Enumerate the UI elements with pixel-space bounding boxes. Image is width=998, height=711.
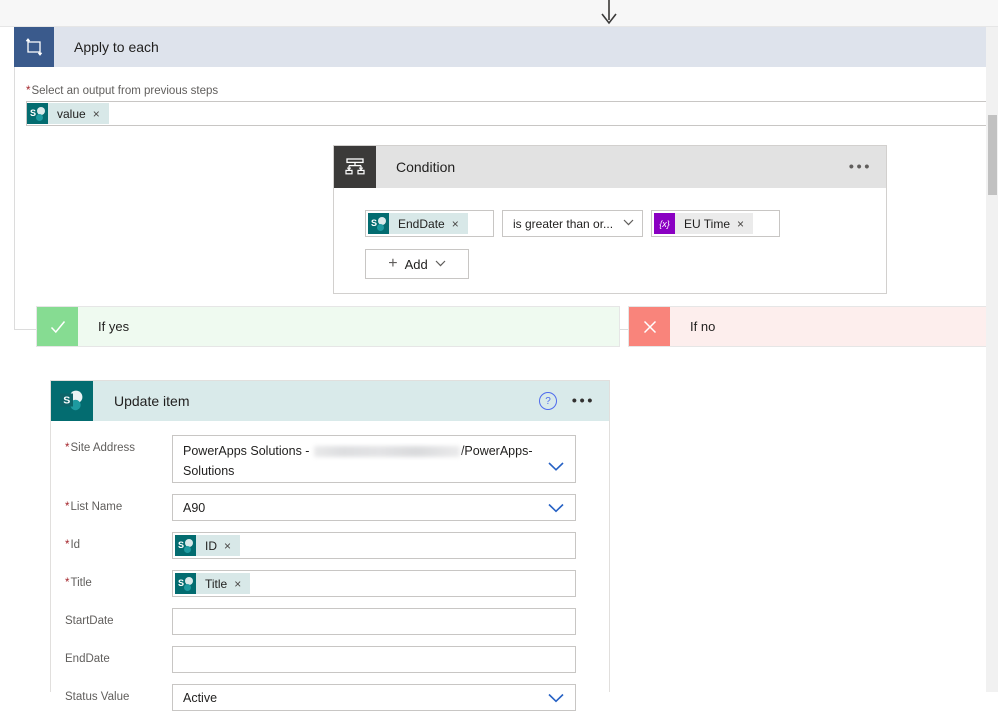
token-enddate[interactable]: S EndDate × (368, 213, 468, 234)
condition-right-operand[interactable]: {x} EU Time × (651, 210, 780, 237)
condition-left-operand[interactable]: S EndDate × (365, 210, 494, 237)
branch-if-yes-label: If yes (98, 319, 130, 334)
field-row-status-value: Status Value Active (51, 684, 609, 711)
required-marker: * (65, 501, 70, 513)
field-label-site-address: *Site Address (51, 435, 172, 455)
update-item-card: S Update item ? ••• *Site Address PowerA… (50, 380, 610, 711)
field-label-enddate: EndDate (65, 653, 110, 665)
field-label-startdate: StartDate (65, 615, 114, 627)
update-item-form: *Site Address PowerApps Solutions - /Pow… (51, 421, 609, 711)
apply-to-each-field-label: *Select an output from previous steps (26, 85, 218, 97)
chevron-down-icon (623, 218, 634, 229)
close-icon[interactable]: × (224, 539, 240, 553)
close-icon[interactable]: × (737, 217, 753, 231)
condition-overflow-menu[interactable]: ••• (849, 159, 872, 176)
field-input-id[interactable]: S ID × (172, 532, 576, 559)
chevron-down-icon (435, 259, 446, 270)
field-input-enddate[interactable] (172, 646, 576, 673)
cross-icon (629, 307, 670, 346)
token-label: EndDate (398, 216, 445, 231)
condition-body: S EndDate × is greater than or... {x} EU… (334, 188, 886, 279)
close-icon[interactable]: × (93, 107, 109, 121)
update-item-header[interactable]: S Update item ? ••• (51, 381, 609, 421)
token-label: ID (205, 538, 217, 553)
chevron-down-icon[interactable] (548, 459, 564, 474)
site-address-prefix: PowerApps Solutions - (183, 444, 313, 458)
field-row-title: *Title S Title × (51, 570, 609, 597)
apply-to-each-header[interactable]: Apply to each (14, 27, 990, 67)
condition-title: Condition (396, 159, 456, 175)
field-row-enddate: EndDate (51, 646, 609, 673)
field-row-list-name: *List Name A90 (51, 494, 609, 521)
svg-text:S: S (63, 395, 70, 407)
token-label: EU Time (684, 216, 731, 231)
branch-if-no-label: If no (690, 319, 716, 334)
token-value[interactable]: S value × (27, 103, 109, 124)
apply-to-each-input[interactable]: S value × (26, 101, 990, 126)
field-label-id: *Id (51, 532, 172, 552)
update-item-title: Update item (114, 393, 190, 409)
sharepoint-icon: S (175, 535, 196, 556)
sharepoint-icon: S (368, 213, 389, 234)
required-marker: * (26, 85, 31, 97)
chevron-down-icon[interactable] (548, 690, 564, 705)
condition-header[interactable]: Condition ••• (334, 146, 886, 188)
field-label-text: Site Address (70, 442, 136, 454)
token-label: Title (205, 576, 228, 591)
apply-to-each-title: Apply to each (74, 39, 159, 55)
apply-to-each-field-label-text: Select an output from previous steps (31, 85, 219, 97)
sharepoint-icon: S (51, 381, 93, 421)
required-marker: * (65, 539, 70, 551)
token-id[interactable]: S ID × (175, 535, 241, 556)
add-condition-button[interactable]: + Add (365, 249, 469, 279)
field-label-text: List Name (70, 501, 123, 513)
vertical-scrollbar-track[interactable] (986, 27, 998, 692)
sharepoint-icon: S (175, 573, 196, 594)
canvas-top-band (0, 0, 998, 27)
checkmark-icon (37, 307, 78, 346)
update-item-overflow-menu[interactable]: ••• (572, 393, 595, 410)
field-value-site-address: PowerApps Solutions - /PowerApps-Solutio… (175, 441, 573, 481)
vertical-scrollbar-thumb[interactable] (988, 115, 997, 195)
field-value-status-value: Active (183, 690, 218, 705)
field-label-status-value: Status Value (65, 691, 130, 703)
field-row-id: *Id S ID × (51, 532, 609, 559)
field-label-text: Title (70, 577, 92, 589)
field-input-list-name[interactable]: A90 (172, 494, 576, 521)
condition-icon (334, 146, 376, 188)
field-input-status-value[interactable]: Active (172, 684, 576, 711)
token-eu-time[interactable]: {x} EU Time × (654, 213, 754, 234)
field-input-startdate[interactable] (172, 608, 576, 635)
flow-designer-canvas: Apply to each *Select an output from pre… (0, 0, 998, 711)
token-title[interactable]: S Title × (175, 573, 251, 594)
token-label: value (57, 106, 86, 121)
condition-operator-value: is greater than or... (513, 216, 614, 231)
sharepoint-icon: S (27, 103, 48, 124)
field-input-site-address[interactable]: PowerApps Solutions - /PowerApps-Solutio… (172, 435, 576, 483)
field-value-list-name: A90 (183, 500, 206, 515)
help-icon[interactable]: ? (539, 392, 557, 410)
redacted-url (313, 446, 460, 458)
close-icon[interactable]: × (452, 217, 468, 231)
field-label-title: *Title (51, 570, 172, 590)
required-marker: * (65, 442, 70, 454)
branch-if-no[interactable]: If no (628, 306, 998, 347)
plus-icon: + (388, 255, 398, 272)
close-icon[interactable]: × (234, 577, 250, 591)
chevron-down-icon[interactable] (548, 500, 564, 515)
condition-row: S EndDate × is greater than or... {x} EU… (365, 210, 886, 237)
branch-if-yes[interactable]: If yes (36, 306, 620, 347)
field-label-text: Id (70, 539, 81, 551)
loop-icon (14, 27, 54, 67)
condition-operator-dropdown[interactable]: is greater than or... (502, 210, 643, 237)
field-row-site-address: *Site Address PowerApps Solutions - /Pow… (51, 435, 609, 483)
required-marker: * (65, 577, 70, 589)
down-arrow-icon (598, 12, 620, 26)
add-condition-label: Add (404, 256, 428, 272)
field-label-list-name: *List Name (51, 494, 172, 514)
field-row-startdate: StartDate (51, 608, 609, 635)
expression-icon: {x} (654, 213, 675, 234)
field-input-title[interactable]: S Title × (172, 570, 576, 597)
condition-card: Condition ••• S EndDate × is greater tha… (333, 145, 887, 294)
